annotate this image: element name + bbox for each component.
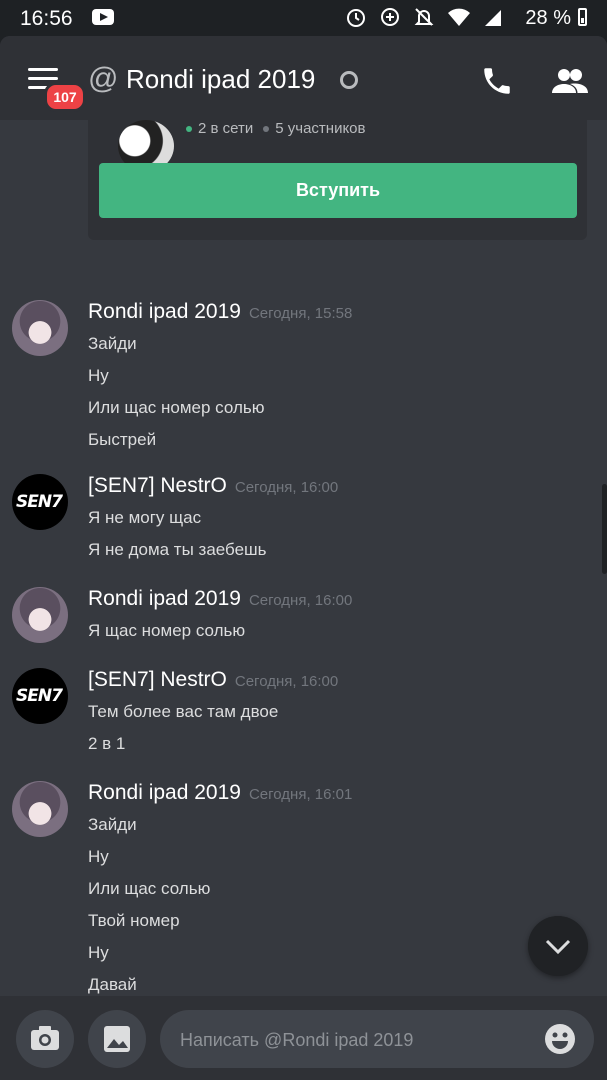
- message-text[interactable]: Твой номер: [88, 911, 180, 931]
- author-name[interactable]: [SEN7] NestrO: [88, 474, 227, 497]
- channel-title[interactable]: Rondi ipad 2019: [126, 64, 315, 95]
- message-author[interactable]: [SEN7] NestrO Сегодня, 16:00: [88, 668, 338, 692]
- message-author[interactable]: Rondi ipad 2019 Сегодня, 16:00: [88, 587, 352, 611]
- message-text[interactable]: Ну: [88, 366, 109, 386]
- message-text[interactable]: Или щас солью: [88, 879, 210, 899]
- message-text[interactable]: Давай: [88, 975, 137, 995]
- message-author[interactable]: Rondi ipad 2019 Сегодня, 16:01: [88, 781, 352, 805]
- message-timestamp: Сегодня, 16:00: [248, 592, 353, 609]
- author-name[interactable]: Rondi ipad 2019: [88, 781, 241, 804]
- unread-badge: 107: [44, 82, 86, 112]
- battery-icon: [578, 8, 587, 26]
- gallery-button[interactable]: [88, 1010, 146, 1068]
- scrollbar[interactable]: [602, 484, 607, 574]
- composer-bar: [0, 996, 607, 1080]
- member-count: 5 участников: [275, 120, 366, 137]
- message-text[interactable]: Я не могу щас: [88, 508, 201, 528]
- online-count: 2 в сети: [198, 120, 254, 137]
- phone-icon[interactable]: [480, 64, 514, 98]
- user-avatar[interactable]: [12, 300, 68, 356]
- invite-stats: 2 в сети 5 участников: [186, 120, 366, 137]
- message-author[interactable]: [SEN7] NestrO Сегодня, 16:00: [88, 474, 338, 498]
- data-saver-icon: [381, 8, 399, 26]
- image-icon: [104, 1026, 130, 1052]
- user-avatar[interactable]: [12, 781, 68, 837]
- sen7-logo-text: SEN7: [16, 492, 63, 512]
- status-offline-icon: [340, 71, 358, 89]
- channel-header: 107 @ Rondi ipad 2019: [0, 36, 607, 120]
- message-timestamp: Сегодня, 16:00: [234, 673, 339, 690]
- message-timestamp: Сегодня, 15:58: [248, 305, 353, 322]
- sen7-logo-text: SEN7: [16, 686, 63, 706]
- message-text[interactable]: Тем более вас там двое: [88, 702, 278, 722]
- status-bar: 16:56 28 %: [0, 0, 607, 36]
- at-icon: @: [88, 62, 119, 95]
- author-name[interactable]: Rondi ipad 2019: [88, 587, 241, 610]
- message-text[interactable]: Быстрей: [88, 430, 156, 450]
- notifications-off-icon: [414, 8, 434, 26]
- message-text[interactable]: Зайди: [88, 815, 137, 835]
- online-dot-icon: [186, 126, 192, 133]
- message-text[interactable]: Зайди: [88, 334, 137, 354]
- camera-button[interactable]: [16, 1010, 74, 1068]
- wifi-icon: [448, 8, 470, 26]
- app-window: 107 @ Rondi ipad 2019 2 в сети 5 участник…: [0, 36, 607, 1080]
- author-name[interactable]: Rondi ipad 2019: [88, 300, 241, 323]
- message-timestamp: Сегодня, 16:00: [234, 479, 339, 496]
- battery-level: 28 %: [525, 7, 571, 29]
- status-time: 16:56: [20, 7, 73, 30]
- message-list[interactable]: 2 в сети 5 участников Вступить Rondi ipad…: [0, 120, 607, 996]
- emoji-icon[interactable]: [544, 1023, 576, 1055]
- join-button[interactable]: Вступить: [99, 163, 577, 218]
- message-text[interactable]: Я не дома ты заебешь: [88, 540, 267, 560]
- signal-icon: [485, 10, 501, 26]
- message-text[interactable]: Или щас номер солью: [88, 398, 264, 418]
- message-input-wrapper: [160, 1010, 594, 1070]
- youtube-icon: [92, 9, 114, 25]
- alarm-icon: [347, 9, 365, 27]
- user-avatar[interactable]: SEN7: [12, 668, 68, 724]
- camera-icon: [31, 1026, 59, 1050]
- members-icon[interactable]: [552, 66, 588, 96]
- server-invite-card: 2 в сети 5 участников Вступить: [88, 120, 587, 240]
- message-text[interactable]: Я щас номер солью: [88, 621, 245, 641]
- message-input[interactable]: [178, 1010, 522, 1070]
- message-text[interactable]: 2 в 1: [88, 734, 125, 754]
- status-icons: [345, 6, 503, 28]
- author-name[interactable]: [SEN7] NestrO: [88, 668, 227, 691]
- message-timestamp: Сегодня, 16:01: [248, 786, 353, 803]
- message-author[interactable]: Rondi ipad 2019 Сегодня, 15:58: [88, 300, 352, 324]
- message-text[interactable]: Ну: [88, 943, 109, 963]
- message-text[interactable]: Ну: [88, 847, 109, 867]
- user-avatar[interactable]: SEN7: [12, 474, 68, 530]
- user-avatar[interactable]: [12, 587, 68, 643]
- chevron-down-icon[interactable]: [528, 916, 588, 976]
- members-dot-icon: [263, 126, 270, 133]
